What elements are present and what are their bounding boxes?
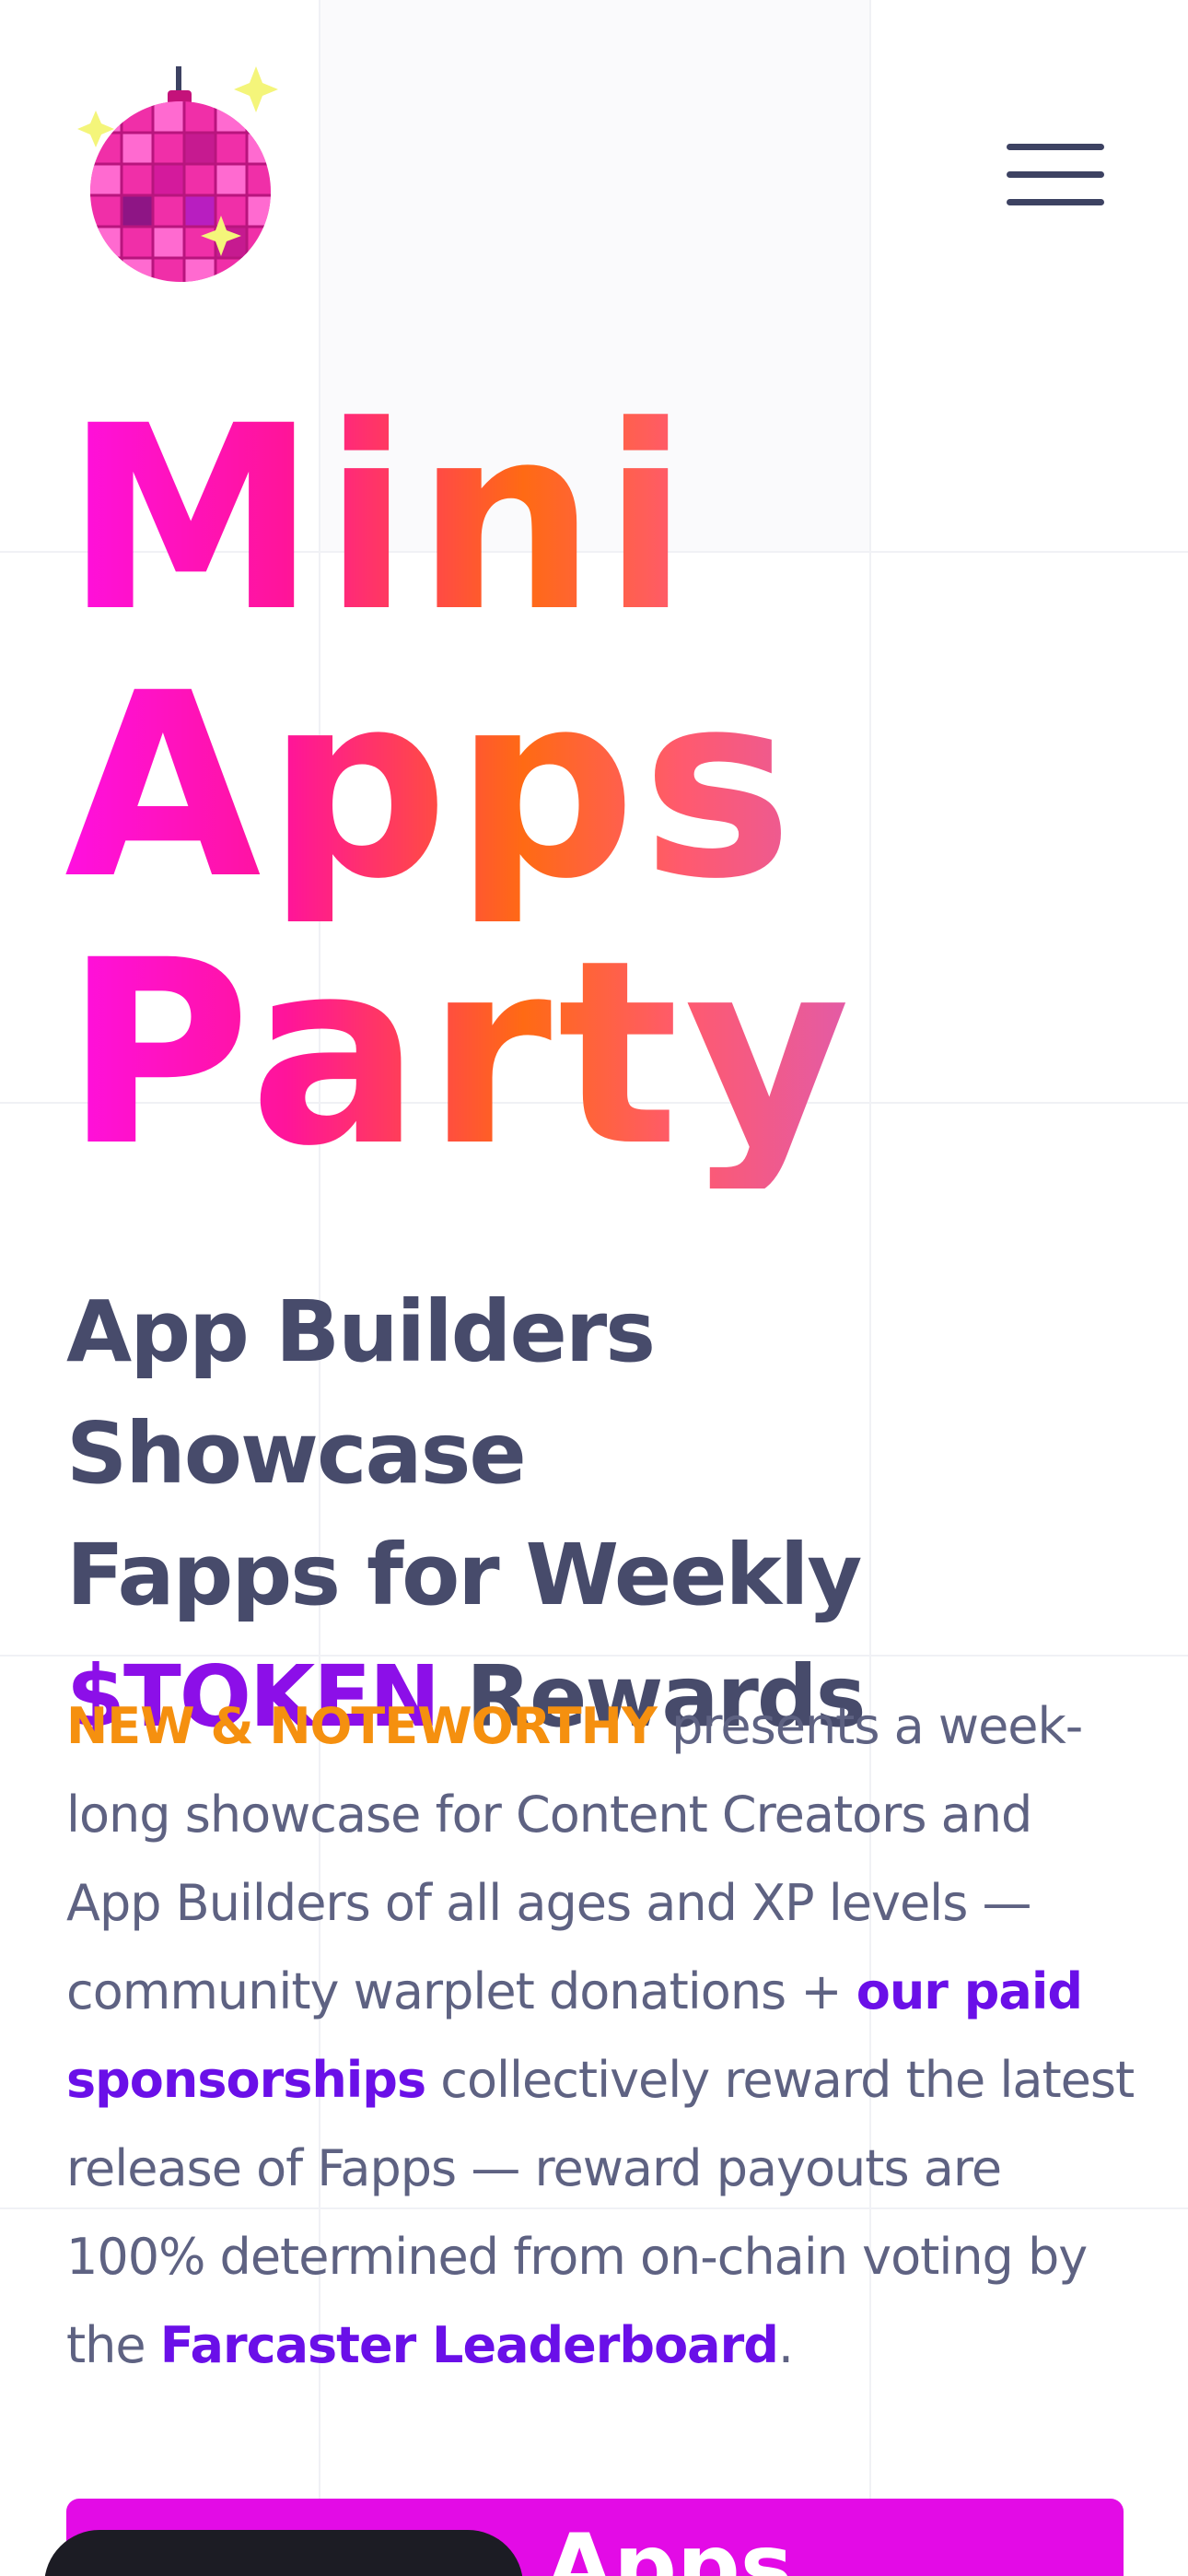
farcaster-leaderboard-link[interactable]: Farcaster Leaderboard xyxy=(160,2316,779,2374)
disco-ball-icon[interactable] xyxy=(66,63,297,293)
floating-toolbar[interactable] xyxy=(44,2530,523,2576)
site-header xyxy=(0,0,1188,350)
hero-title: Mini Apps Party xyxy=(64,387,856,1188)
description-text-3: . xyxy=(777,2316,794,2374)
new-noteworthy-label: NEW & NOTEWORTHY xyxy=(66,1697,658,1755)
subtitle-line-2: Fapps for Weekly xyxy=(66,1526,862,1624)
hamburger-menu-icon[interactable] xyxy=(995,129,1114,221)
hero-line-mini: Mini xyxy=(64,387,856,654)
description-paragraph: NEW & NOTEWORTHY presents a week-long sh… xyxy=(66,1682,1135,2390)
hero-line-party: Party xyxy=(64,907,856,1202)
cta-label: Apps xyxy=(545,2515,793,2576)
hero-line-apps: Apps xyxy=(64,654,856,921)
subtitle-line-1: App Builders Showcase xyxy=(66,1282,656,1503)
